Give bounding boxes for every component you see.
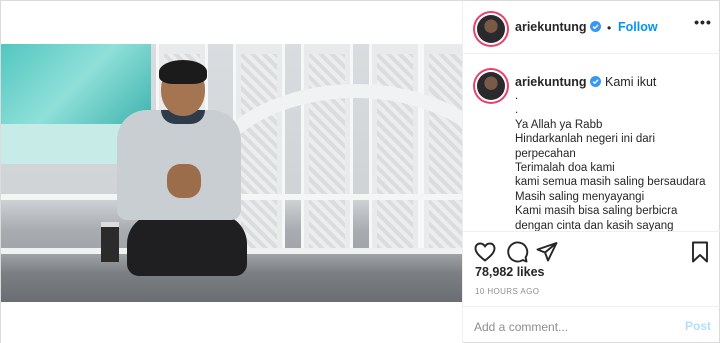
comment-input[interactable] xyxy=(474,319,674,335)
caption-username-link[interactable]: ariekuntung xyxy=(515,75,587,89)
post-side-panel: ariekuntung • Follow ••• ariekuntung Kam… xyxy=(462,1,720,343)
verified-badge-icon xyxy=(590,21,601,32)
post-media xyxy=(1,1,462,343)
praying-man xyxy=(111,60,251,289)
caption-line: Kami masih bisa saling berbicra xyxy=(515,205,678,218)
person-hands xyxy=(167,164,201,198)
caption-line: . xyxy=(515,104,519,117)
caption: ariekuntung Kami ikut . . Ya Allah ya Ra… xyxy=(463,54,720,233)
post-header: ariekuntung • Follow ••• xyxy=(463,1,720,54)
person-hair xyxy=(159,60,207,84)
likes-count[interactable]: 78,982 likes xyxy=(475,265,545,279)
comment-icon[interactable] xyxy=(505,240,529,264)
caption-text-first-line: Kami ikut xyxy=(605,75,657,89)
avatar[interactable] xyxy=(477,15,505,43)
caption-line: Hindarkanlah negeri ini dari xyxy=(515,133,655,146)
caption-line: Terimalah doa kami xyxy=(515,162,615,175)
caption-line: kami semua masih saling bersaudara xyxy=(515,176,706,189)
person-pants xyxy=(127,214,247,276)
caption-line: Ya Allah ya Rabb xyxy=(515,118,603,131)
post-timestamp[interactable]: 10 HOURS AGO xyxy=(475,287,539,296)
instagram-post: ariekuntung • Follow ••• ariekuntung Kam… xyxy=(0,0,720,343)
heart-icon[interactable] xyxy=(473,240,497,264)
more-options-icon[interactable]: ••• xyxy=(693,14,713,34)
comment-bar: Post xyxy=(463,306,720,343)
separator-dot: • xyxy=(607,21,612,35)
avatar[interactable] xyxy=(477,72,505,100)
bookmark-icon[interactable] xyxy=(688,240,712,264)
post-comment-button[interactable]: Post xyxy=(685,319,711,333)
caption-line: . xyxy=(515,90,519,102)
share-icon[interactable] xyxy=(535,240,559,264)
post-photo[interactable] xyxy=(1,44,462,302)
follow-button[interactable]: Follow xyxy=(618,20,658,34)
username-link[interactable]: ariekuntung xyxy=(515,20,587,34)
caption-line: perpecahan xyxy=(515,147,576,160)
caption-text: . . Ya Allah ya Rabb Hindarkanlah negeri… xyxy=(515,89,715,233)
verified-badge-icon xyxy=(590,76,601,87)
caption-line: Masih saling menyayangi xyxy=(515,190,645,203)
